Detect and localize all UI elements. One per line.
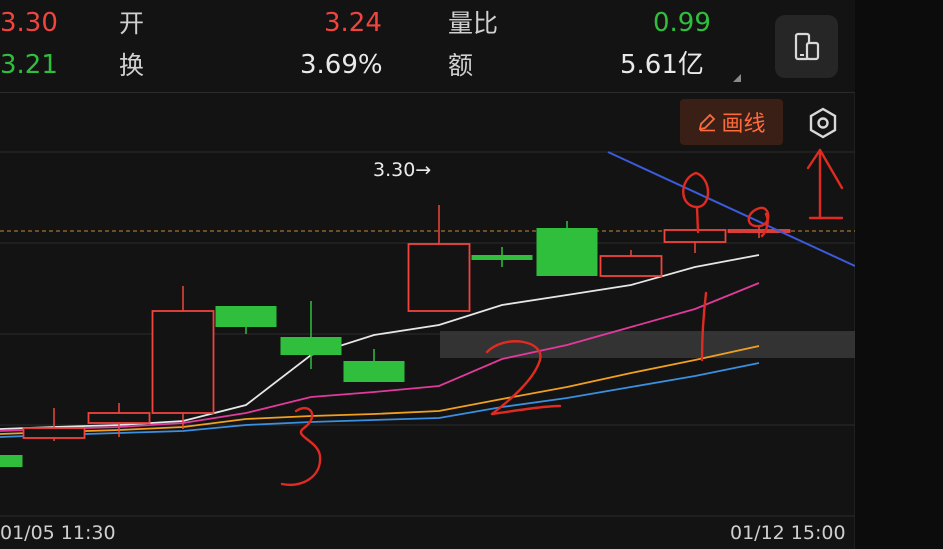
candlestick xyxy=(471,247,533,267)
right-edge-panel xyxy=(855,0,943,549)
candle-body xyxy=(599,255,663,277)
candlestick xyxy=(407,205,471,312)
candlestick xyxy=(599,250,663,277)
candle-body xyxy=(471,255,533,260)
candlestick xyxy=(536,221,598,276)
candle-body xyxy=(280,337,342,355)
time-axis-start: 01/05 11:30 xyxy=(0,522,116,544)
candlestick xyxy=(215,306,277,334)
candlestick xyxy=(151,286,215,429)
annotation-3 xyxy=(280,406,322,487)
candle-body xyxy=(215,306,277,327)
high-price-annotation: 3.30→ xyxy=(373,159,431,181)
annotation-up-arrow xyxy=(806,148,844,220)
candle-body xyxy=(536,228,598,276)
trendline xyxy=(607,151,856,267)
candlestick xyxy=(343,349,405,382)
support-zone-band xyxy=(440,331,855,358)
handwritten-annotations xyxy=(280,148,844,487)
candlestick xyxy=(0,455,23,467)
candle-body xyxy=(0,455,23,467)
candle-body xyxy=(87,412,151,424)
candle-body xyxy=(22,427,86,439)
candle-body xyxy=(407,243,471,312)
candle-body xyxy=(663,229,727,243)
time-axis-end: 01/12 15:00 xyxy=(730,522,846,544)
annotation-9 xyxy=(682,171,710,234)
kline-chart[interactable]: 3.30→ xyxy=(0,0,943,549)
candle-body xyxy=(151,310,215,414)
candlestick xyxy=(280,301,342,369)
candlestick xyxy=(663,229,727,253)
candle-body xyxy=(343,361,405,382)
